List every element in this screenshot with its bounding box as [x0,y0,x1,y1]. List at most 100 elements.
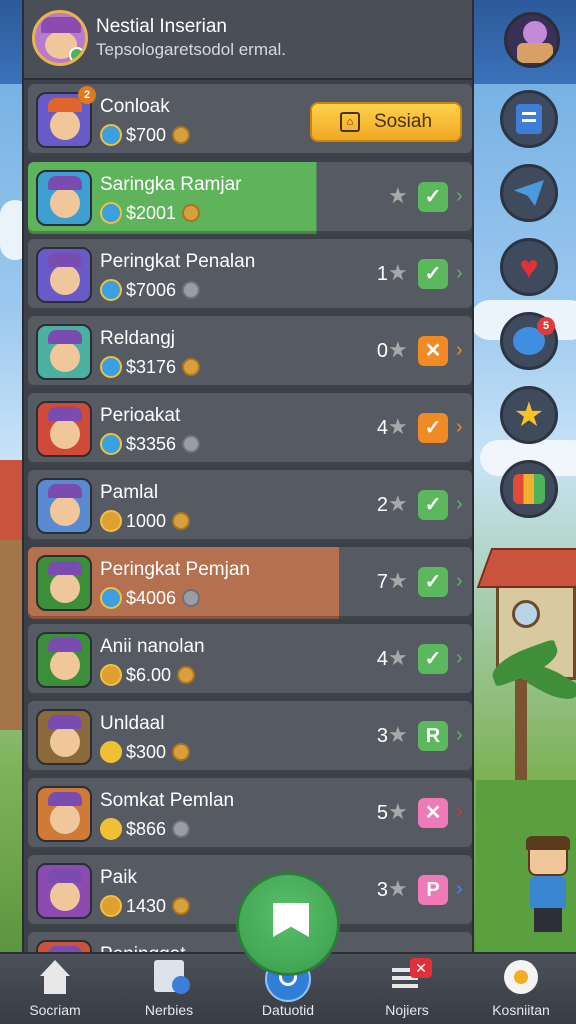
accept-button[interactable]: P [418,875,448,905]
leaderboard-row[interactable]: Perioakat $3356 4 ★ ✓ › [28,393,472,465]
coin-icon [172,897,191,915]
portrait-face [50,804,80,834]
panel-subtitle: Tepsologaretsodol ermal. [96,40,286,59]
leaderboard-row[interactable]: Somkat Pemlan $866 5 ★ ✕ › [28,778,472,850]
player-name: Peringkat Penalan [100,251,256,272]
player-portrait [36,478,92,534]
star-icon: ★ [388,799,408,824]
portrait-face [50,496,80,526]
profile-avatar[interactable] [504,12,560,68]
gem-icon [100,587,122,609]
player-name: Anii nanolan [100,636,205,657]
nav-kosniitan[interactable]: Kosniitan [466,960,576,1024]
leaderboard-row[interactable]: Peringkat Penalan $7006 1 ★ ✓ › [28,239,472,311]
avatar-hat [41,17,81,33]
portrait-hat [48,98,82,112]
portrait-hat [48,715,82,729]
accept-button[interactable]: ✓ [418,182,448,212]
heart-icon: ♥ [519,249,539,285]
house-roof [476,548,576,588]
chevron-right-icon[interactable]: › [456,261,463,285]
coin-icon [182,281,201,299]
list-icon: ✕ [388,958,432,996]
chevron-right-icon[interactable]: › [456,877,463,901]
player-name: Paik [100,867,137,888]
message-button[interactable] [500,164,558,222]
leaderboard-row[interactable]: Pamlal 1000 2 ★ ✓ › [28,470,472,542]
portrait-face [50,881,80,911]
nav-nerbies[interactable]: Nerbies [114,960,224,1024]
currency-value: $7006 [126,279,177,300]
nav-label: Datuotid [261,1002,315,1018]
chevron-right-icon[interactable]: › [456,415,463,439]
accept-button[interactable]: ✓ [418,644,448,674]
currency-display: $4006 [100,587,201,609]
portrait-hat [48,638,82,652]
leaderboard-row[interactable]: Peringkat Pemjan $4006 7 ★ ✓ › [28,547,472,619]
accept-button[interactable]: ✓ [418,490,448,520]
coin-icon [172,512,191,530]
player-name: Reldangj [100,328,175,349]
accept-button[interactable]: ✓ [418,567,448,597]
gift-button[interactable] [500,460,558,518]
currency-display: $3176 [100,356,201,378]
nav-label: Kosniitan [492,1002,550,1018]
coin-icon [182,589,201,607]
chevron-right-icon[interactable]: › [456,800,463,824]
gem-icon [100,664,122,686]
gem-icon [100,818,122,840]
avatar-face [523,21,547,45]
favorites-button[interactable]: ♥ [500,238,558,296]
currency-display: 1430 [100,895,191,917]
bookmark-fab[interactable] [236,872,340,976]
coin-icon [172,743,191,761]
rank-number: 2 [376,494,388,516]
currency-value: $3356 [126,433,177,454]
decline-button[interactable]: ✕ [418,336,448,366]
accept-button[interactable]: R [418,721,448,751]
paper-plane-icon [514,180,544,206]
achievements-button[interactable]: ★ [500,386,558,444]
chevron-right-icon[interactable]: › [456,569,463,593]
chevron-right-icon[interactable]: › [456,492,463,516]
leaderboard-row[interactable]: Unldaal $300 3 ★ R › [28,701,472,773]
flower-icon [502,960,540,996]
currency-value: 1430 [126,895,167,916]
chevron-right-icon[interactable]: › [456,646,463,670]
currency-value: 1000 [126,510,167,531]
accept-button[interactable]: ✓ [418,259,448,289]
chevron-right-icon[interactable]: › [456,184,463,208]
player-portrait [36,863,92,919]
gem-icon [100,202,122,224]
avatar-body [517,43,553,63]
leaderboard-row[interactable]: Saringka Ramjar $2001 ★ ✓ › [28,162,472,234]
leaderboard-row[interactable]: Reldangj $3176 0 ★ ✕ › [28,316,472,388]
player-portrait [36,401,92,457]
chat-button[interactable]: 5 [500,312,558,370]
chevron-right-icon[interactable]: › [456,723,463,747]
featured-row[interactable]: 2 Conloak $700 ⌂ Sosiah [28,84,472,156]
nav-nojiers[interactable]: ✕ Nojiers [352,958,462,1024]
clipboard-button[interactable] [500,90,558,148]
nav-socriam[interactable]: Socriam [0,960,110,1024]
player-portrait [36,632,92,688]
nav-label: Nerbies [144,1002,194,1018]
player-portrait [36,555,92,611]
player-portrait [36,170,92,226]
player-avatar[interactable] [32,10,88,66]
player-name: Pamlal [100,482,159,503]
coin-icon [182,435,201,453]
player-name: Somkat Pemlan [100,790,235,811]
character-legs [534,908,562,932]
leaderboard-row[interactable]: Anii nanolan $6.00 4 ★ ✓ › [28,624,472,696]
player-name: Peninggat [100,944,186,952]
accept-button[interactable]: ✓ [418,413,448,443]
decline-button[interactable]: ✕ [418,798,448,828]
chevron-right-icon[interactable]: › [456,338,463,362]
currency-display: $7006 [100,279,201,301]
player-name: Unldaal [100,713,165,734]
portrait-face [50,727,80,757]
portrait-hat [48,869,82,883]
rank-number: 3 [376,725,388,747]
sosiah-button[interactable]: ⌂ Sosiah [310,102,462,142]
